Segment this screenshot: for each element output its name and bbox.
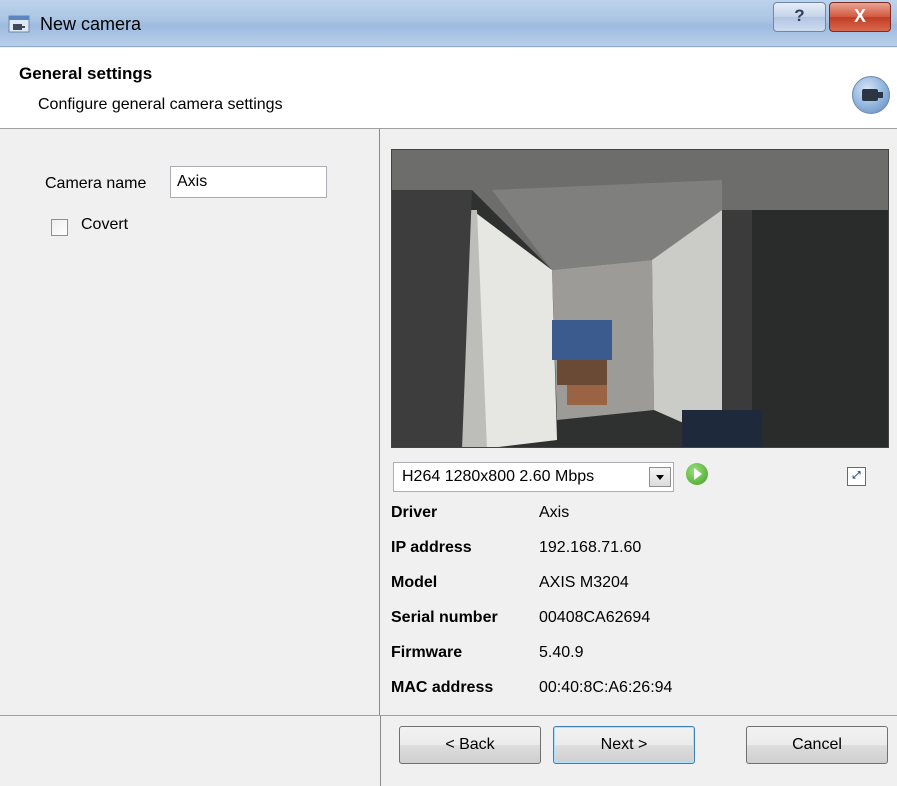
detail-key: Model — [391, 574, 438, 591]
detail-value: 00408CA62694 — [539, 609, 651, 626]
camera-icon — [852, 76, 890, 114]
camera-info-pane: H264 1280x800 2.60 Mbps ⤢ Driver Axis IP… — [381, 129, 897, 715]
covert-checkbox[interactable] — [51, 219, 68, 236]
stream-select[interactable]: H264 1280x800 2.60 Mbps — [393, 462, 674, 492]
detail-key: Serial number — [391, 609, 498, 626]
help-button[interactable]: ? — [773, 2, 826, 32]
wizard-footer: < Back Next > Cancel — [0, 715, 897, 786]
back-button[interactable]: < Back — [399, 726, 541, 764]
camera-name-input[interactable] — [170, 166, 327, 198]
cancel-button[interactable]: Cancel — [746, 726, 888, 764]
detail-key: IP address — [391, 539, 472, 556]
play-icon[interactable] — [686, 463, 708, 485]
title-bar: New camera ? X — [0, 0, 897, 47]
stream-select-value: H264 1280x800 2.60 Mbps — [402, 468, 595, 485]
chevron-down-icon[interactable] — [649, 467, 671, 487]
detail-value: AXIS M3204 — [539, 574, 629, 591]
detail-key: MAC address — [391, 679, 494, 696]
detail-value: Axis — [539, 504, 570, 521]
detail-value: 00:40:8C:A6:26:94 — [539, 679, 673, 696]
fullscreen-icon[interactable]: ⤢ — [847, 467, 866, 486]
next-button[interactable]: Next > — [553, 726, 695, 764]
settings-pane: Camera name Covert — [0, 129, 380, 715]
detail-value: 5.40.9 — [539, 644, 584, 661]
camera-preview — [391, 149, 889, 448]
covert-label: Covert — [81, 216, 129, 233]
detail-value: 192.168.71.60 — [539, 539, 642, 556]
camera-preview-image — [392, 150, 888, 447]
page-subtitle: Configure general camera settings — [38, 96, 283, 113]
divider — [380, 716, 381, 786]
close-button[interactable]: X — [829, 2, 891, 32]
wizard-header: General settings Configure general camer… — [0, 48, 897, 129]
detail-key: Firmware — [391, 644, 463, 661]
camera-name-label: Camera name — [45, 175, 147, 192]
page-title: General settings — [19, 64, 153, 83]
window-title: New camera — [40, 14, 142, 34]
detail-key: Driver — [391, 504, 438, 521]
camera-window-icon — [8, 15, 30, 33]
